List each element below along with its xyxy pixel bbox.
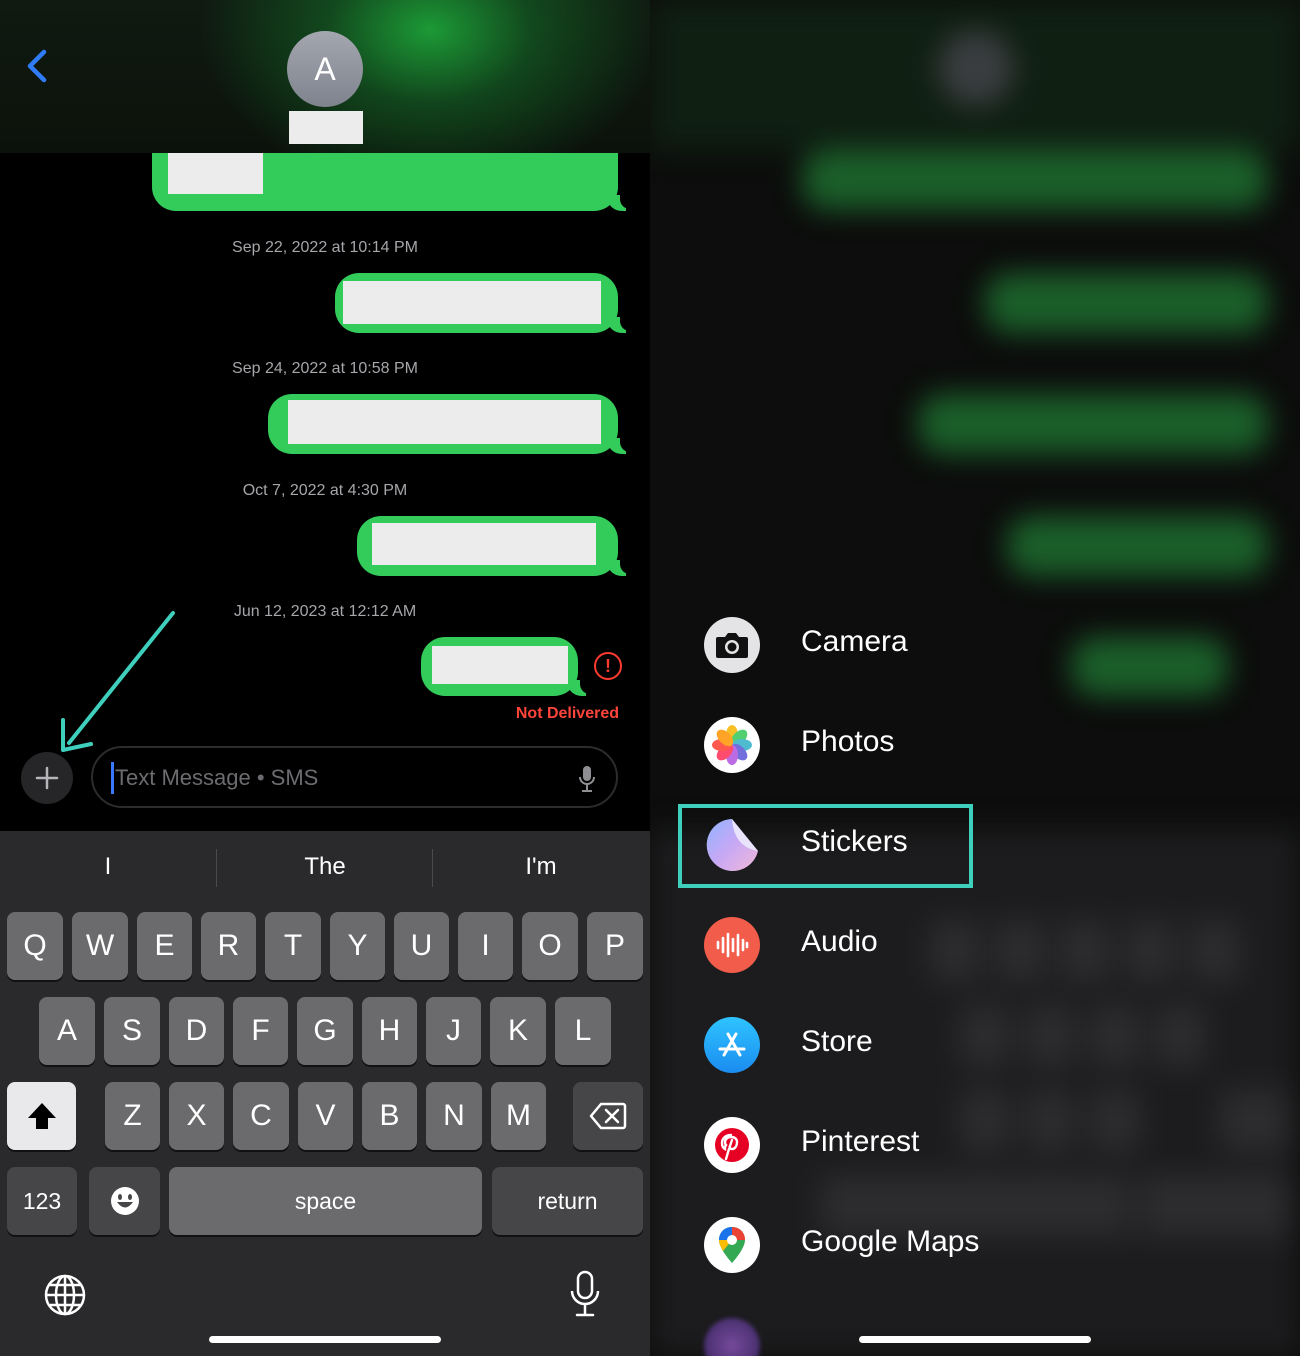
- key-c[interactable]: C: [233, 1082, 289, 1150]
- key-x[interactable]: X: [169, 1082, 224, 1150]
- menu-label: Audio: [801, 925, 878, 958]
- dictation-mic-icon[interactable]: [578, 765, 596, 793]
- message-timestamp: Oct 7, 2022 at 4:30 PM: [242, 482, 408, 499]
- key-l[interactable]: L: [555, 997, 611, 1065]
- key-w[interactable]: W: [72, 912, 128, 980]
- photos-icon: [704, 717, 760, 773]
- menu-item-pinterest[interactable]: Pinterest: [704, 1105, 1264, 1185]
- key-n[interactable]: N: [426, 1082, 482, 1150]
- backspace-icon: [589, 1102, 627, 1130]
- contact-avatar[interactable]: A: [287, 31, 363, 107]
- suggestion-item[interactable]: I'm: [433, 831, 649, 903]
- key-i[interactable]: I: [458, 912, 513, 980]
- redacted-text: [432, 646, 568, 684]
- key-d[interactable]: D: [169, 997, 224, 1065]
- numbers-key[interactable]: 123: [7, 1167, 77, 1235]
- menu-label: Photos: [801, 725, 895, 758]
- more-app-icon: [704, 1318, 760, 1356]
- stickers-highlight-box: [678, 804, 973, 888]
- key-a[interactable]: A: [39, 997, 95, 1065]
- key-f[interactable]: F: [233, 997, 288, 1065]
- key-q[interactable]: Q: [7, 912, 63, 980]
- key-k[interactable]: K: [490, 997, 546, 1065]
- messages-screen: A Sep 22, 2022 at 10:14 PM Sep 24, 2022 …: [0, 0, 650, 1356]
- not-delivered-label: Not Delivered: [515, 705, 619, 722]
- key-e[interactable]: E: [137, 912, 192, 980]
- emoji-key[interactable]: [89, 1167, 160, 1235]
- menu-item-audio[interactable]: Audio: [704, 905, 1264, 985]
- return-key[interactable]: return: [492, 1167, 643, 1235]
- key-g[interactable]: G: [297, 997, 353, 1065]
- emoji-icon: [110, 1187, 139, 1215]
- key-o[interactable]: O: [522, 912, 578, 980]
- camera-icon: [704, 617, 760, 673]
- shift-arrow-icon: [27, 1103, 56, 1129]
- message-timestamp: Sep 22, 2022 at 10:14 PM: [232, 239, 418, 256]
- apps-menu: Camera Photos Stickers Audio Store Pinte…: [650, 0, 1300, 1356]
- key-r[interactable]: R: [201, 912, 256, 980]
- suggestion-item[interactable]: The: [217, 831, 433, 903]
- message-text-field[interactable]: [91, 746, 618, 808]
- key-t[interactable]: T: [265, 912, 321, 980]
- key-z[interactable]: Z: [105, 1082, 160, 1150]
- menu-label: Store: [801, 1025, 873, 1058]
- suggestion-item[interactable]: I: [0, 831, 216, 903]
- keyboard-mic-icon[interactable]: [569, 1269, 601, 1319]
- keyboard: I The I'm Q W E R T Y U I O P A S D F G …: [0, 831, 650, 1356]
- home-indicator[interactable]: [209, 1336, 441, 1343]
- annotation-arrow-icon: [61, 611, 175, 752]
- app-store-icon: [704, 1017, 760, 1073]
- key-v[interactable]: V: [298, 1082, 353, 1150]
- redacted-text: [288, 400, 601, 444]
- space-key[interactable]: space: [169, 1167, 482, 1235]
- key-u[interactable]: U: [394, 912, 449, 980]
- key-h[interactable]: H: [362, 997, 417, 1065]
- key-y[interactable]: Y: [330, 912, 385, 980]
- plus-icon: [35, 766, 59, 790]
- failed-alert-icon[interactable]: !: [594, 652, 622, 680]
- audio-waveform-icon: [704, 917, 760, 973]
- globe-icon[interactable]: [43, 1273, 87, 1317]
- message-timestamp: Sep 24, 2022 at 10:58 PM: [232, 360, 418, 377]
- key-p[interactable]: P: [587, 912, 643, 980]
- contact-name-redacted[interactable]: [289, 111, 363, 144]
- menu-item-google-maps[interactable]: Google Maps: [704, 1205, 1264, 1285]
- key-m[interactable]: M: [491, 1082, 546, 1150]
- pinterest-icon: [704, 1117, 760, 1173]
- menu-item-store[interactable]: Store: [704, 1005, 1264, 1085]
- menu-label: Camera: [801, 625, 908, 658]
- google-maps-icon: [704, 1217, 760, 1273]
- home-indicator[interactable]: [859, 1336, 1091, 1343]
- key-s[interactable]: S: [104, 997, 160, 1065]
- message-bubble-failed[interactable]: [421, 637, 592, 696]
- message-input[interactable]: [113, 759, 557, 797]
- message-bubble[interactable]: [357, 516, 632, 576]
- apps-menu-screen: Camera Photos Stickers Audio Store Pinte…: [650, 0, 1300, 1356]
- menu-item-photos[interactable]: Photos: [704, 705, 1264, 785]
- back-chevron-icon[interactable]: [22, 46, 62, 86]
- message-bubble[interactable]: [268, 394, 632, 454]
- redacted-text: [372, 523, 596, 565]
- menu-label: Pinterest: [801, 1125, 920, 1158]
- key-j[interactable]: J: [426, 997, 481, 1065]
- key-b[interactable]: B: [362, 1082, 417, 1150]
- redacted-text: [168, 152, 263, 194]
- delete-key[interactable]: [573, 1082, 643, 1150]
- message-bubble[interactable]: [335, 273, 632, 333]
- redacted-text: [343, 281, 601, 324]
- conversation-header: A: [0, 0, 650, 153]
- menu-label: Google Maps: [801, 1225, 980, 1258]
- menu-item-camera[interactable]: Camera: [704, 605, 1264, 685]
- shift-key[interactable]: [7, 1082, 76, 1150]
- add-attachment-button[interactable]: [21, 752, 73, 804]
